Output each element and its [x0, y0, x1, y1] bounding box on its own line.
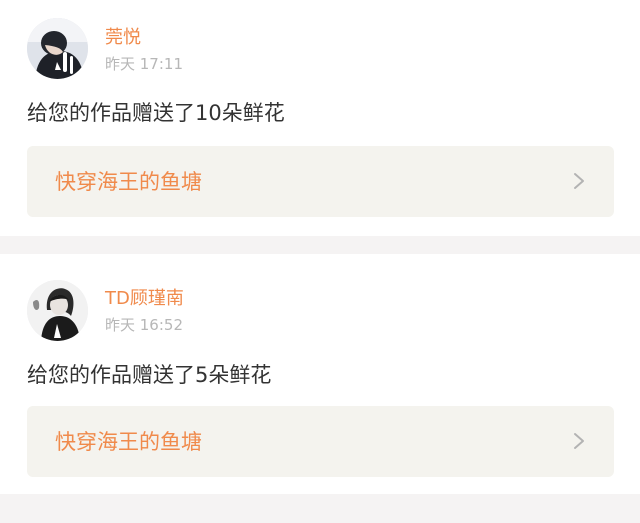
- notification-card: 莞悦 昨天 17:11 给您的作品赠送了10朵鲜花 快穿海王的鱼塘: [0, 0, 640, 236]
- username[interactable]: TD顾瑾南: [105, 288, 184, 310]
- username[interactable]: 莞悦: [105, 27, 141, 49]
- notification-message: 给您的作品赠送了5朵鲜花: [27, 363, 272, 387]
- chevron-right-icon: [574, 433, 584, 449]
- avatar-image-icon: [27, 18, 88, 79]
- notification-card: TD顾瑾南 昨天 16:52 给您的作品赠送了5朵鲜花 快穿海王的鱼塘: [0, 254, 640, 494]
- work-title: 快穿海王的鱼塘: [55, 170, 202, 194]
- notification-feed: 莞悦 昨天 17:11 给您的作品赠送了10朵鲜花 快穿海王的鱼塘 TD顾瑾南 …: [0, 0, 640, 523]
- timestamp: 昨天 16:52: [105, 316, 183, 334]
- avatar[interactable]: [27, 280, 88, 341]
- work-link-card[interactable]: 快穿海王的鱼塘: [27, 406, 614, 477]
- chevron-right-icon: [574, 173, 584, 189]
- avatar[interactable]: [27, 18, 88, 79]
- work-title: 快穿海王的鱼塘: [55, 430, 202, 454]
- timestamp: 昨天 17:11: [105, 55, 183, 73]
- work-link-card[interactable]: 快穿海王的鱼塘: [27, 146, 614, 217]
- notification-message: 给您的作品赠送了10朵鲜花: [27, 101, 285, 125]
- avatar-image-icon: [27, 280, 88, 341]
